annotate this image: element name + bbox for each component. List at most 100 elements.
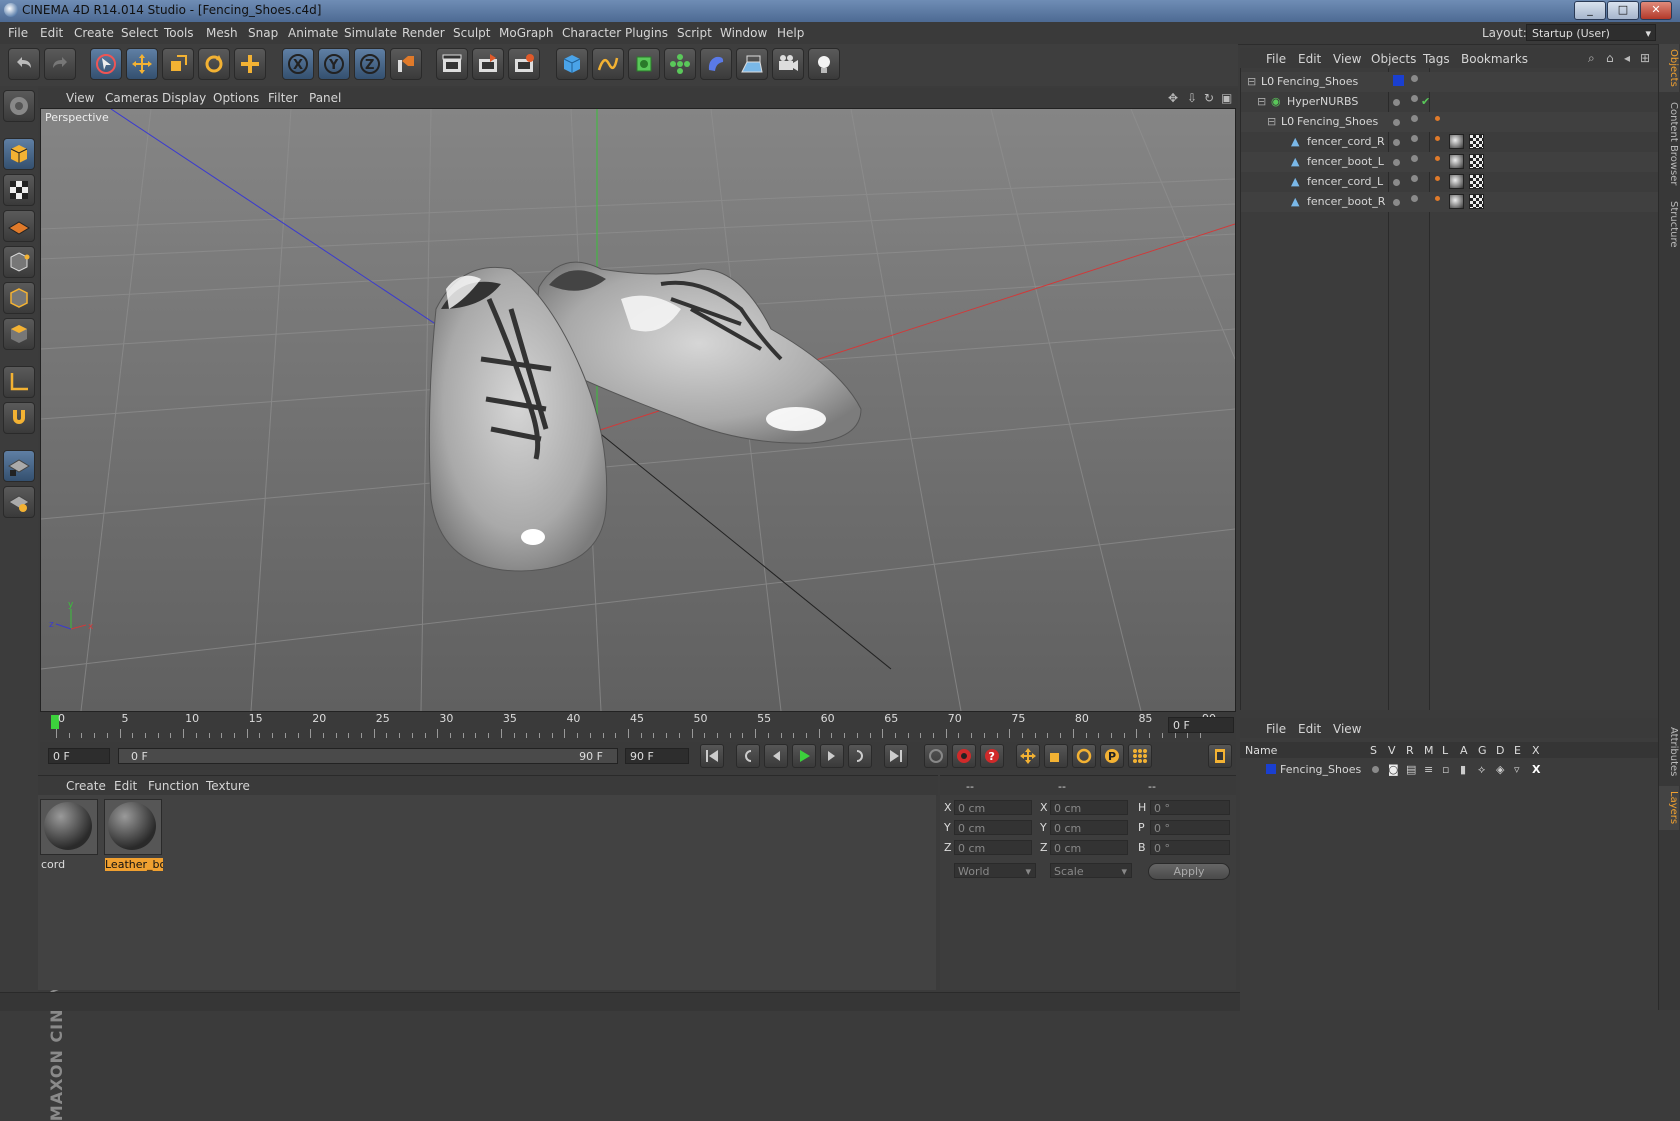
- model-mode-button[interactable]: [3, 138, 35, 170]
- menu-mograph[interactable]: MoGraph: [499, 26, 554, 40]
- object-row[interactable]: ⊟ L0 Fencing_Shoes: [1241, 112, 1659, 132]
- object-menu-view[interactable]: View: [1333, 52, 1361, 66]
- apply-button[interactable]: Apply: [1148, 863, 1230, 880]
- render-dot[interactable]: [1411, 115, 1418, 122]
- viewport-menu-filter[interactable]: Filter: [268, 91, 298, 105]
- visibility-dot[interactable]: [1393, 99, 1400, 106]
- collapse-icon[interactable]: ⊟: [1257, 95, 1266, 108]
- edges-mode-button[interactable]: [3, 282, 35, 314]
- render-clapper-icon[interactable]: ▤: [1406, 763, 1416, 776]
- polygons-mode-button[interactable]: [3, 318, 35, 350]
- lock-workplane-button[interactable]: [3, 450, 35, 482]
- maximize-button[interactable]: □: [1607, 1, 1639, 20]
- layer-color-swatch[interactable]: [1266, 764, 1276, 774]
- tab-layers[interactable]: Layers: [1659, 786, 1679, 830]
- material-menu-texture[interactable]: Texture: [206, 779, 250, 793]
- next-frame-button[interactable]: [820, 744, 844, 768]
- generator-icon[interactable]: ⟡: [1478, 763, 1485, 777]
- home-icon[interactable]: ⌂: [1606, 51, 1614, 65]
- play-button[interactable]: [792, 744, 816, 768]
- size-y-field[interactable]: 0 cm: [1050, 820, 1128, 835]
- viewport-zoom-icon[interactable]: ⇩: [1187, 91, 1197, 105]
- menu-render[interactable]: Render: [402, 26, 445, 40]
- previous-key-button[interactable]: [736, 744, 760, 768]
- object-menu-objects[interactable]: Objects: [1371, 52, 1416, 66]
- object-row[interactable]: ▲ fencer_cord_L: [1241, 172, 1659, 192]
- menu-help[interactable]: Help: [777, 26, 804, 40]
- current-frame-field[interactable]: 0 F: [48, 748, 110, 764]
- film-icon[interactable]: ▮: [1460, 763, 1466, 776]
- material-menu-function[interactable]: Function: [148, 779, 199, 793]
- lock-icon[interactable]: ▫: [1442, 763, 1449, 776]
- object-menu-file[interactable]: File: [1266, 52, 1286, 66]
- rotate-tool-button[interactable]: [198, 48, 230, 80]
- visibility-dot[interactable]: [1411, 75, 1418, 82]
- menu-create[interactable]: Create: [74, 26, 114, 40]
- tab-attributes[interactable]: Attributes: [1659, 720, 1679, 784]
- collapse-icon[interactable]: ⊟: [1267, 115, 1276, 128]
- phong-tag-icon[interactable]: [1435, 196, 1440, 201]
- phong-tag-icon[interactable]: [1435, 176, 1440, 181]
- key-point-level-button[interactable]: [1128, 744, 1152, 768]
- size-z-field[interactable]: 0 cm: [1050, 840, 1128, 855]
- xref-icon[interactable]: X: [1532, 763, 1540, 776]
- layer-menu-edit[interactable]: Edit: [1298, 722, 1321, 736]
- uvw-tag-icon[interactable]: [1469, 134, 1484, 149]
- visibility-dot[interactable]: [1393, 179, 1400, 186]
- menu-select[interactable]: Select: [121, 26, 158, 40]
- menu-animate[interactable]: Animate: [288, 26, 338, 40]
- workplane-button[interactable]: [3, 486, 35, 518]
- layer-row[interactable]: Fencing_Shoes ◙ ▤ ≡ ▫ ▮ ⟡ ◈ ▿ X: [1240, 760, 1658, 780]
- viewport-menu-panel[interactable]: Panel: [309, 91, 341, 105]
- phong-tag-icon[interactable]: [1435, 136, 1440, 141]
- position-y-field[interactable]: 0 cm: [954, 820, 1032, 835]
- material-menu-create[interactable]: Create: [66, 779, 106, 793]
- render-settings-button[interactable]: [508, 48, 540, 80]
- tab-structure[interactable]: Structure: [1659, 196, 1679, 252]
- material-tag-icon[interactable]: [1449, 194, 1464, 209]
- object-menu-bookmarks[interactable]: Bookmarks: [1461, 52, 1528, 66]
- go-to-start-button[interactable]: [700, 744, 724, 768]
- rotation-h-field[interactable]: 0 °: [1150, 800, 1230, 815]
- timeline-window-button[interactable]: [1208, 744, 1232, 768]
- phong-tag-icon[interactable]: [1435, 156, 1440, 161]
- position-z-field[interactable]: 0 cm: [954, 840, 1032, 855]
- viewport-menu-options[interactable]: Options: [213, 91, 259, 105]
- enabled-check-icon[interactable]: ✔: [1421, 95, 1430, 108]
- new-window-icon[interactable]: ⊞: [1640, 51, 1650, 65]
- uvw-tag-icon[interactable]: [1469, 174, 1484, 189]
- texture-mode-button[interactable]: [3, 174, 35, 206]
- object-row[interactable]: ▲ fencer_cord_R: [1241, 132, 1659, 152]
- scale-tool-button[interactable]: [162, 48, 194, 80]
- menu-sculpt[interactable]: Sculpt: [453, 26, 490, 40]
- add-cube-button[interactable]: [556, 48, 588, 80]
- make-editable-button[interactable]: [3, 90, 35, 122]
- material-tag-icon[interactable]: [1449, 154, 1464, 169]
- frame-range-slider[interactable]: 0 F 90 F: [118, 748, 618, 764]
- key-parameter-button[interactable]: P: [1100, 744, 1124, 768]
- move-tool-button[interactable]: [126, 48, 158, 80]
- uvw-tag-icon[interactable]: [1469, 154, 1484, 169]
- render-dot[interactable]: [1411, 135, 1418, 142]
- add-array-button[interactable]: [664, 48, 696, 80]
- render-view-button[interactable]: [436, 48, 468, 80]
- collapse-icon[interactable]: ⊟: [1247, 75, 1256, 88]
- material-leather-boot[interactable]: Leather_bo: [104, 799, 163, 871]
- workplane-mode-button[interactable]: [3, 210, 35, 242]
- add-scene-button[interactable]: [736, 48, 768, 80]
- menu-script[interactable]: Script: [677, 26, 712, 40]
- rotation-b-field[interactable]: 0 °: [1150, 840, 1230, 855]
- coordinate-mode-select[interactable]: World ▾: [954, 863, 1036, 878]
- key-rotation-button[interactable]: [1072, 744, 1096, 768]
- redo-button[interactable]: [44, 48, 76, 80]
- viewport-rotate-icon[interactable]: ↻: [1204, 91, 1214, 105]
- menu-mesh[interactable]: Mesh: [206, 26, 238, 40]
- render-dot[interactable]: [1411, 155, 1418, 162]
- visibility-dot[interactable]: [1393, 159, 1400, 166]
- deformer-icon[interactable]: ◈: [1496, 763, 1504, 776]
- object-row[interactable]: ▲ fencer_boot_R: [1241, 192, 1659, 212]
- material-menu-edit[interactable]: Edit: [114, 779, 137, 793]
- material-tag-icon[interactable]: [1449, 174, 1464, 189]
- coordinate-system-button[interactable]: [390, 48, 422, 80]
- previous-frame-button[interactable]: [764, 744, 788, 768]
